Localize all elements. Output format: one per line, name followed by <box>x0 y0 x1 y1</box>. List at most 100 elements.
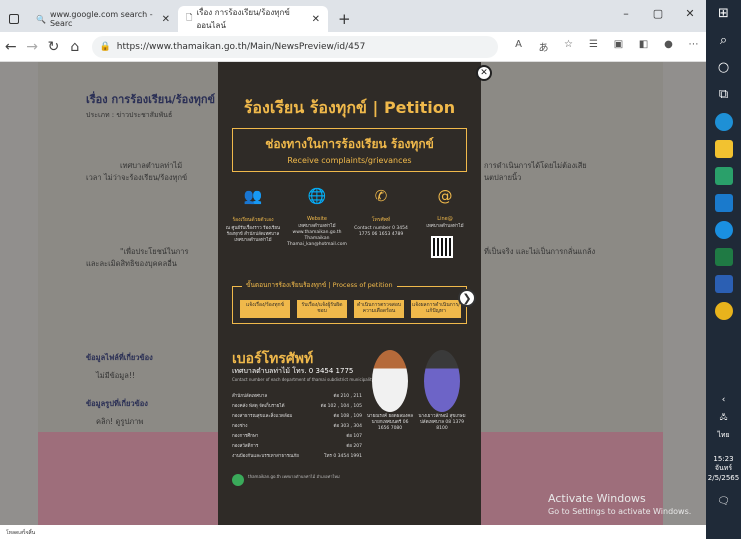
ie-icon[interactable] <box>706 216 741 243</box>
channel-label: Website <box>307 216 327 222</box>
refresh-icon[interactable]: ↻ <box>43 39 64 55</box>
favorite-icon[interactable]: ☆ <box>556 39 581 54</box>
extensions-icon[interactable]: ◧ <box>631 39 656 54</box>
dept-ext: ต่อ 102 , 104 , 105 <box>320 404 362 409</box>
dept-ext: ต่อ 107 <box>346 434 362 439</box>
minimize-button[interactable]: – <box>610 7 642 20</box>
channel-label: โทรศัพท์ <box>371 217 391 223</box>
forward-icon[interactable]: → <box>21 39 42 55</box>
channel-in-person: 👥 ร้องเรียนด้วยตัวเอง ณ ศูนย์รับเรื่องรา… <box>222 182 284 244</box>
dept-name: งานป้องกันและบรรเทาสาธารณภัย <box>232 454 299 459</box>
channel-label: Line@ <box>437 216 453 222</box>
channels-box: ช่องทางในการร้องเรียน ร้องทุกข์ Receive … <box>232 128 467 172</box>
clock-day: จันทร์ <box>714 464 733 472</box>
petition-poster: ร้องเรียน ร้องทุกข์ | Petition ช่องทางใน… <box>218 62 481 525</box>
collections-icon[interactable]: ▣ <box>606 39 631 54</box>
url-input[interactable]: 🔒 https://www.thamaikan.go.th/Main/NewsP… <box>91 35 498 58</box>
process-title: ขั้นตอนการร้องเรียนร้องทุกข์ | Process o… <box>242 280 397 290</box>
municipality-logo <box>232 474 244 486</box>
more-icon[interactable]: ⋯ <box>681 39 706 54</box>
channels-title-en: Receive complaints/grievances <box>287 156 412 165</box>
activate-windows-watermark: Activate Windows Go to Settings to activ… <box>548 492 691 516</box>
dept-name: กองการศึกษา <box>232 434 259 439</box>
favorites-list-icon[interactable]: ☰ <box>581 39 606 54</box>
notification-icon[interactable]: 🗨 <box>706 496 741 507</box>
tab-label: www.google.com search - Searc <box>49 10 153 28</box>
page-icon: 🗋 <box>186 13 193 22</box>
channel-detail: เทศบาลตำบลท่าไม้ <box>426 224 464 229</box>
network-icon[interactable]: 🖧 <box>706 413 741 424</box>
article-title: เรื่อง การร้องเรียน/ร้องทุกข์ <box>86 93 216 106</box>
qr-code <box>431 236 453 258</box>
channel-line: @ Line@ เทศบาลตำบลท่าไม้ <box>414 182 476 230</box>
clock-date: 2/5/2565 <box>707 474 740 482</box>
process-step: แจ้งผลการดำเนินการ/แก้ปัญหา <box>411 300 461 318</box>
close-tab-icon[interactable]: ✕ <box>162 14 170 25</box>
channel-website: 🌐 Website เทศบาลตำบลท่าไม้ www.thamaikan… <box>286 182 348 248</box>
edge-app-icon[interactable] <box>706 108 741 135</box>
dept-name: สำนักปลัดเทศบาล <box>232 394 268 399</box>
lock-icon: 🔒 <box>99 41 111 52</box>
tab-bar: 🔍 www.google.com search - Searc ✕ 🗋 เรื่… <box>0 0 706 32</box>
excel-icon[interactable] <box>706 243 741 270</box>
next-arrow-icon[interactable]: ❯ <box>458 289 476 307</box>
phone-row: กองช่าง ต่อ 303 , 304 <box>232 422 362 429</box>
tab-google-search[interactable]: 🔍 www.google.com search - Searc ✕ <box>28 6 178 32</box>
web-icon: 🌐 <box>307 187 327 205</box>
notepad-icon[interactable] <box>706 162 741 189</box>
view-images-link[interactable]: คลิก! ดูรูปภาพ <box>96 416 143 428</box>
word-icon[interactable] <box>706 270 741 297</box>
home-icon[interactable]: ⌂ <box>64 39 85 55</box>
clerk-photo <box>424 350 460 412</box>
dept-ext: ต่อ 207 <box>346 444 362 449</box>
close-window-button[interactable]: ✕ <box>674 7 706 20</box>
chrome-icon[interactable] <box>706 297 741 324</box>
person-name: นายณรงค์ ยอดผลมงคล นายกเทศมนตรี 06 1656 … <box>366 414 414 431</box>
tab-actions-icon[interactable] <box>0 6 28 32</box>
store-icon[interactable] <box>706 189 741 216</box>
channel-detail: ณ ศูนย์รับเรื่องราว ร้องเรียน ร้องทุกข์ … <box>225 226 281 243</box>
system-tray: ‹ 🖧 ไทย 15:23 จันทร์ 2/5/2565 🗨 <box>706 395 741 507</box>
bg-line: เวลา ไม่ว่าจะร้องเรียน/ร้องทุกข์ <box>86 173 188 182</box>
dept-name: กองสวัสดิการ <box>232 444 259 449</box>
channels-title-th: ช่องทางในการร้องเรียน ร้องทุกข์ <box>265 137 434 151</box>
chevron-up-icon[interactable]: ‹ <box>706 395 741 405</box>
maximize-button[interactable]: ▢ <box>642 7 674 20</box>
bg-line: การดำเนินการได้โดยไม่ต้องเสีย <box>484 161 587 170</box>
close-icon[interactable]: ✕ <box>476 65 492 81</box>
language-indicator[interactable]: ไทย <box>706 430 741 441</box>
article-meta: ประเภท : ข่าวประชาสัมพันธ์ <box>86 111 173 119</box>
phone-row: งานป้องกันและบรรเทาสาธารณภัย โทร 0 3454 1… <box>232 452 362 459</box>
poster-title: ร้องเรียน ร้องทุกข์ | Petition <box>243 98 456 117</box>
line-icon: @ <box>437 187 453 205</box>
new-tab-button[interactable]: + <box>328 10 361 32</box>
cortana-icon[interactable]: ○ <box>706 54 741 81</box>
file-explorer-icon[interactable] <box>706 135 741 162</box>
page-content: เรื่อง การร้องเรียน/ร้องทุกข์ ประเภท : ข… <box>0 62 706 525</box>
window-controls: – ▢ ✕ <box>610 0 706 26</box>
process-step: แจ้งเรื่อง/ร้องทุกข์ <box>240 300 290 318</box>
channel-detail: เทศบาลตำบลท่าไม้ www.thamaikan.go.th Tha… <box>287 224 347 247</box>
translate-icon[interactable]: あ <box>531 39 556 54</box>
search-icon[interactable]: ⌕ <box>706 27 741 54</box>
channel-phone: ✆ โทรศัพท์ Contact number 0 3454 1775 06… <box>350 182 412 238</box>
phone-row: สำนักปลัดเทศบาล ต่อ 210 , 211 <box>232 392 362 399</box>
process-step: รับเรื่อง/แจ้งผู้รับผิดชอบ <box>297 300 347 318</box>
dept-ext: ต่อ 210 , 211 <box>333 394 362 399</box>
search-icon: 🔍 <box>36 14 46 24</box>
start-icon[interactable]: ⊞ <box>706 0 741 27</box>
phone-icon: ✆ <box>374 187 388 205</box>
profile-icon[interactable]: ● <box>656 39 681 54</box>
bg-line: เทศบาลตำบลท่าไม้ <box>120 161 183 170</box>
close-tab-icon[interactable]: ✕ <box>312 14 320 25</box>
phone-subtitle: เทศบาลตำบลท่าไม้ โทร. 0 3454 1775 <box>232 367 354 375</box>
clock-time[interactable]: 15:23 <box>706 455 741 463</box>
back-icon[interactable]: ← <box>0 39 21 55</box>
task-view-icon[interactable]: ⧉ <box>706 81 741 108</box>
phone-note: Contact number of each department of tha… <box>232 377 374 382</box>
tab-petition[interactable]: 🗋 เรื่อง การร้องเรียน/ร้องทุกข์ออนไลน์ ✕ <box>178 6 328 32</box>
no-data-text: ไม่มีข้อมูล!! <box>96 371 135 380</box>
read-aloud-icon[interactable]: A <box>506 39 531 54</box>
channel-label: ร้องเรียนด้วยตัวเอง <box>232 217 274 223</box>
dept-ext: ต่อ 108 , 109 <box>333 414 362 419</box>
